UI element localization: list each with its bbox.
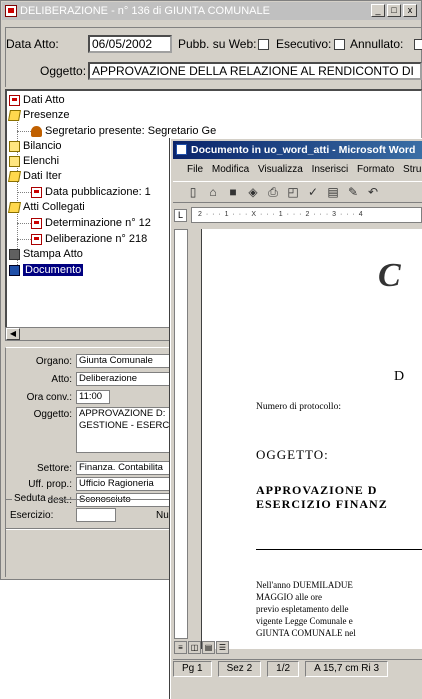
menu-strumenti[interactable]: Strum — [403, 164, 422, 175]
oggetto-heading: OGGETTO: — [256, 447, 329, 462]
title-bar[interactable]: DELIBERAZIONE - n° 136 di GIUNTA COMUNAL… — [2, 2, 421, 20]
close-button[interactable]: x — [403, 4, 417, 17]
new-document-icon[interactable]: ▯ — [185, 185, 201, 199]
data-atto-label: Data Atto: — [6, 37, 59, 51]
status-page: Pg 1 — [173, 661, 212, 677]
document-page[interactable]: C D Numero di protocollo: OGGETTO: APPRO… — [201, 229, 422, 649]
tree-item-documento[interactable]: Documento — [9, 263, 84, 277]
title-initial: D — [394, 369, 405, 384]
tree-item-presenze[interactable]: Presenze — [8, 108, 69, 122]
tree-item-data-pubblicazione[interactable]: Data pubblicazione: 1 — [31, 185, 151, 199]
annullato-checkbox[interactable] — [414, 39, 422, 50]
word-window-title: Documento in uo_word_atti - Microsoft Wo… — [191, 144, 416, 156]
document-icon — [9, 94, 20, 106]
atto-label: Atto: — [51, 374, 72, 385]
horizontal-rule — [256, 549, 422, 550]
seduta-group: Seduta Esercizio: Nu — [5, 493, 175, 529]
approvazione-heading: APPROVAZIONE D ESERCIZIO FINANZ — [256, 483, 388, 511]
print-layout-icon[interactable]: ▤ — [202, 641, 215, 654]
oggetto-label: Oggetto: — [40, 64, 87, 78]
tree-item-elenchi[interactable]: Elenchi — [9, 154, 59, 168]
tree-item-segretario[interactable]: Segretario presente: Segretario Ge — [31, 124, 216, 138]
status-position: A 15,7 cm Ri 3 — [305, 661, 389, 677]
header-initial: C — [378, 257, 401, 294]
word-icon — [176, 144, 187, 155]
vertical-ruler[interactable] — [174, 229, 188, 639]
app-icon — [5, 5, 17, 17]
esecutivo-checkbox[interactable] — [334, 39, 345, 50]
tree-item-stampa-atto[interactable]: Stampa Atto — [9, 247, 83, 261]
status-section: Sez 2 — [217, 661, 262, 677]
horizontal-ruler[interactable]: 2 · · · 1 · · · X · · · 1 · · · 2 · · · … — [191, 207, 422, 223]
print-icon[interactable]: ⎙ — [265, 185, 281, 200]
document-icon — [31, 217, 42, 229]
menu-inserisci[interactable]: Inserisci — [312, 164, 349, 175]
data-atto-field[interactable]: 06/05/2002 — [88, 35, 172, 53]
open-folder-icon[interactable]: ⌂ — [205, 185, 221, 199]
esercizio-label: Esercizio: — [10, 510, 54, 521]
tree-item-bilancio[interactable]: Bilancio — [9, 139, 62, 153]
word-window: Documento in uo_word_atti - Microsoft Wo… — [170, 138, 422, 699]
annullato-label: Annullato: — [350, 37, 404, 51]
esecutivo-label: Esecutivo: — [276, 37, 332, 51]
person-icon — [31, 125, 42, 137]
paste-icon[interactable]: ▤ — [325, 185, 341, 199]
oggetto-panel-label: Oggetto: — [33, 409, 72, 420]
tab-selector[interactable]: L — [174, 209, 187, 222]
printer-icon — [9, 248, 20, 260]
web-view-icon[interactable]: ◫ — [188, 641, 201, 654]
menu-formato[interactable]: Formato — [357, 164, 394, 175]
uff-prop-label: Uff. prop.: — [28, 479, 72, 490]
header-panel: Data Atto: 06/05/2002 Pubb. su Web: Esec… — [5, 27, 422, 87]
settore-label: Settore: — [36, 463, 72, 474]
ora-conv-label: Ora conv.: — [26, 392, 72, 403]
calendar-icon — [31, 186, 42, 198]
undo-icon[interactable]: ↶ — [365, 185, 381, 199]
tree-item-atti-collegati[interactable]: Atti Collegati — [8, 200, 85, 214]
folder-open-icon — [8, 170, 21, 182]
esercizio-field[interactable] — [76, 508, 116, 522]
spelling-icon[interactable]: ✓ — [305, 185, 321, 199]
save-icon[interactable]: ■ — [225, 185, 241, 199]
window-title: DELIBERAZIONE - n° 136 di GIUNTA COMUNAL… — [20, 5, 270, 17]
print-preview-icon[interactable]: ◰ — [285, 185, 301, 199]
oggetto-field[interactable]: APPROVAZIONE DELLA RELAZIONE AL RENDICON… — [88, 62, 422, 80]
folder-open-icon — [8, 109, 21, 121]
normal-view-icon[interactable]: ≡ — [174, 641, 187, 654]
word-toolbar: ▯ ⌂ ■ ◈ ⎙ ◰ ✓ ▤ ✎ ↶ — [173, 181, 422, 203]
permission-icon[interactable]: ◈ — [245, 185, 261, 199]
body-text: Nell'anno DUEMILADUE MAGGIO alle ore pre… — [256, 580, 356, 638]
maximize-button[interactable]: □ — [387, 4, 401, 17]
outline-view-icon[interactable]: ☰ — [216, 641, 229, 654]
menu-modifica[interactable]: Modifica — [212, 164, 249, 175]
format-painter-icon[interactable]: ✎ — [345, 185, 361, 199]
tree-item-determinazione[interactable]: Determinazione n° 12 — [31, 216, 151, 230]
word-document-icon — [9, 264, 20, 276]
word-status-bar: Pg 1 Sez 2 1/2 A 15,7 cm Ri 3 — [173, 659, 422, 677]
numero-label: Nu — [156, 510, 169, 521]
pubb-web-checkbox[interactable] — [258, 39, 269, 50]
folder-open-icon — [8, 201, 21, 213]
tree-item-deliberazione[interactable]: Deliberazione n° 218 — [31, 232, 147, 246]
menu-visualizza[interactable]: Visualizza — [258, 164, 303, 175]
organo-label: Organo: — [35, 356, 72, 367]
word-menu-bar: File Modifica Visualizza Inserisci Forma… — [173, 161, 422, 179]
scroll-left-arrow-icon[interactable]: ◀ — [6, 328, 20, 340]
folder-icon — [9, 155, 20, 167]
minimize-button[interactable]: _ — [371, 4, 385, 17]
view-buttons: ≡ ◫ ▤ ☰ — [174, 641, 229, 655]
tree-item-dati-atto[interactable]: Dati Atto — [9, 93, 65, 107]
status-pages: 1/2 — [267, 661, 300, 677]
tree-item-dati-iter[interactable]: Dati Iter — [8, 169, 62, 183]
menu-file[interactable]: File — [187, 164, 203, 175]
ora-conv-field[interactable]: 11:00 — [76, 390, 110, 404]
folder-icon — [9, 140, 20, 152]
seduta-label: Seduta — [12, 493, 48, 504]
protocollo-text: Numero di protocollo: — [256, 402, 341, 412]
pubb-web-label: Pubb. su Web: — [178, 37, 257, 51]
document-icon — [31, 233, 42, 245]
word-title-bar[interactable]: Documento in uo_word_atti - Microsoft Wo… — [173, 141, 422, 159]
